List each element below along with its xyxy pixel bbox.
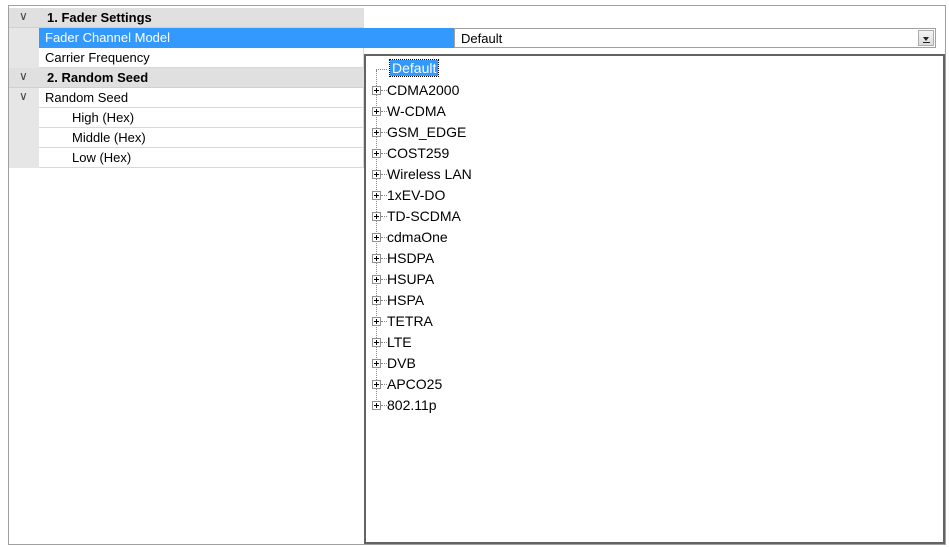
plus-box-icon[interactable] — [372, 107, 381, 116]
plus-box-icon[interactable] — [372, 233, 381, 242]
tree-item-label: CDMA2000 — [387, 82, 460, 98]
plus-box-icon[interactable] — [372, 338, 381, 347]
tree-item-label: APCO25 — [387, 376, 443, 392]
plus-box-icon[interactable] — [372, 317, 381, 326]
tree-item-label: HSDPA — [387, 250, 435, 266]
plus-box-icon[interactable] — [372, 296, 381, 305]
plus-box-icon[interactable] — [372, 254, 381, 263]
plus-box-icon[interactable] — [372, 359, 381, 368]
tree-item-label: TD-SCDMA — [387, 208, 461, 224]
random-seed-row[interactable]: ∨ Random Seed — [9, 88, 364, 108]
plus-box-icon[interactable] — [372, 149, 381, 158]
plus-box-icon[interactable] — [372, 170, 381, 179]
section-label: 2. Random Seed — [47, 70, 149, 85]
tree-item-label: W-CDMA — [387, 103, 446, 119]
carrier-frequency-row[interactable]: Carrier Frequency — [9, 48, 364, 68]
tree-item-label: DVB — [387, 355, 416, 371]
plus-box-icon[interactable] — [372, 86, 381, 95]
seed-low-label: Low (Hex) — [39, 148, 364, 168]
plus-box-icon[interactable] — [372, 380, 381, 389]
chevron-down-icon[interactable]: ∨ — [19, 9, 28, 23]
tree-item-label: TETRA — [387, 313, 433, 329]
row-gutter — [9, 108, 39, 128]
tree-item-label: HSPA — [387, 292, 425, 308]
seed-high-label: High (Hex) — [39, 108, 364, 128]
row-gutter — [9, 128, 39, 148]
tree-item-label: HSUPA — [387, 271, 435, 287]
plus-box-icon[interactable] — [372, 401, 381, 410]
plus-box-icon[interactable] — [372, 191, 381, 200]
tree-item-label: COST259 — [387, 145, 450, 161]
random-seed-label: Random Seed — [39, 88, 364, 108]
chevron-down-icon[interactable]: ∨ — [19, 89, 28, 103]
tree-item-label: 802.11p — [387, 397, 437, 413]
fader-channel-model-row[interactable]: Fader Channel Model Default — [9, 28, 937, 48]
seed-middle-label: Middle (Hex) — [39, 128, 364, 148]
row-gutter — [9, 48, 39, 68]
section-label: 1. Fader Settings — [47, 10, 152, 25]
row-gutter: ∨ — [9, 88, 39, 108]
tree-item-label: cdmaOne — [387, 229, 448, 245]
seed-high-row[interactable]: High (Hex) — [9, 108, 364, 128]
section-random-seed[interactable]: ∨ 2. Random Seed — [9, 68, 364, 88]
plus-box-icon[interactable] — [372, 275, 381, 284]
property-grid: ∨ 1. Fader Settings Fader Channel Model … — [8, 5, 946, 545]
tree-connector — [376, 69, 387, 70]
plus-box-icon[interactable] — [372, 128, 381, 137]
seed-low-row[interactable]: Low (Hex) — [9, 148, 364, 168]
section-fader-settings[interactable]: ∨ 1. Fader Settings — [9, 8, 364, 28]
tree-item-label: 1xEV-DO — [387, 187, 446, 203]
row-gutter — [9, 28, 39, 48]
chevron-down-icon[interactable]: ∨ — [19, 69, 28, 83]
tree-item-label: Wireless LAN — [387, 166, 472, 182]
carrier-frequency-label: Carrier Frequency — [39, 48, 364, 68]
fader-channel-model-value: Default — [461, 31, 503, 46]
dropdown-arrow-icon[interactable] — [918, 30, 934, 46]
channel-model-tree-popup[interactable]: Default CDMA2000 W-CDMA GSM_EDGE COST259 Wir… — [364, 54, 945, 544]
plus-box-icon[interactable] — [372, 212, 381, 221]
tree-item-label: Default — [388, 59, 440, 77]
row-gutter — [9, 148, 39, 168]
seed-middle-row[interactable]: Middle (Hex) — [9, 128, 364, 148]
fader-channel-model-dropdown[interactable]: Default — [454, 28, 936, 48]
tree-item-label: GSM_EDGE — [387, 124, 467, 140]
tree-item-label: LTE — [387, 334, 412, 350]
fader-channel-model-label: Fader Channel Model — [39, 28, 454, 48]
